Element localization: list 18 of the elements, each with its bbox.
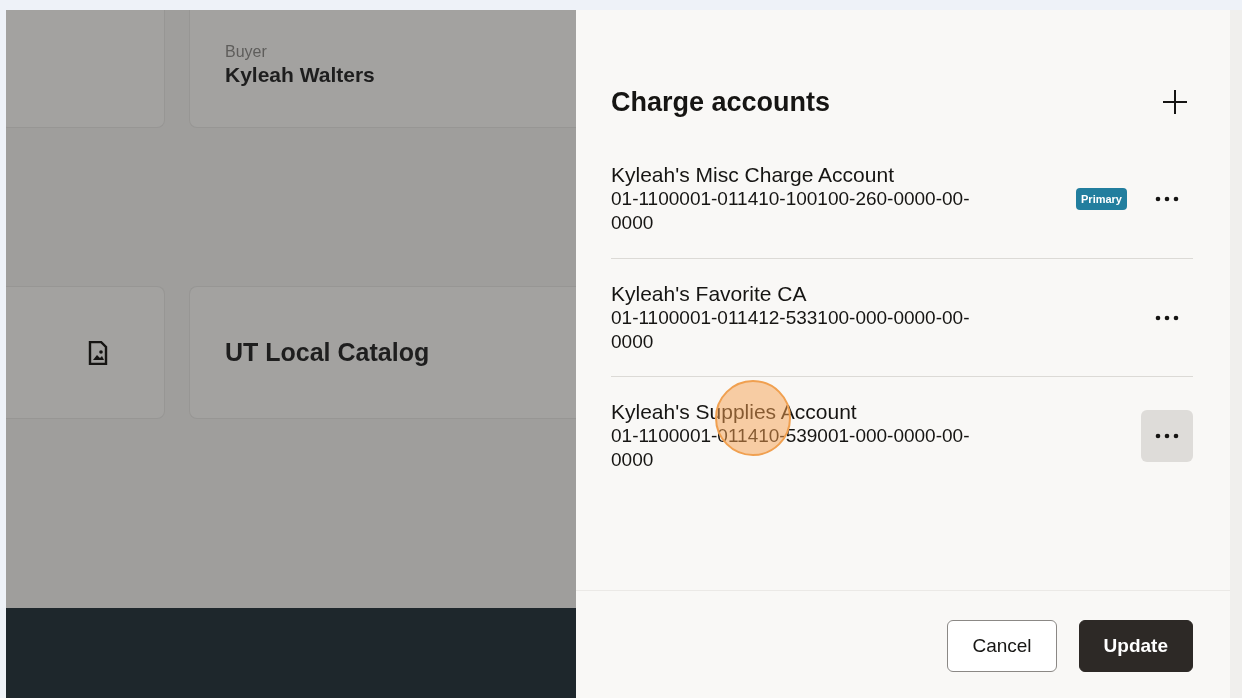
more-icon [1155, 432, 1179, 439]
account-name: Kyleah's Favorite CA [611, 281, 807, 306]
more-icon [1155, 196, 1179, 202]
account-name: Kyleah's Misc Charge Account [611, 163, 894, 187]
account-number: 01-1100001-011410-100100-260-0000-00-0000 [611, 187, 971, 235]
catalog-title: UT Local Catalog [225, 336, 430, 368]
primary-badge: Primary [1076, 187, 1127, 211]
more-icon [1155, 314, 1179, 321]
panel-title: Charge accounts [611, 85, 831, 119]
buyer-name: Kyleah Walters [225, 62, 375, 88]
image-file-icon [88, 340, 108, 365]
buyer-label: Buyer [225, 42, 267, 62]
plus-icon [1162, 89, 1188, 115]
update-button[interactable]: Update [1078, 620, 1193, 672]
catalog-card[interactable]: UT Local Catalog [189, 286, 576, 419]
cancel-button[interactable]: Cancel [947, 620, 1057, 672]
more-button[interactable] [1141, 409, 1193, 462]
account-number: 01-1100001-011412-533100-000-0000-00-0000 [611, 305, 971, 354]
